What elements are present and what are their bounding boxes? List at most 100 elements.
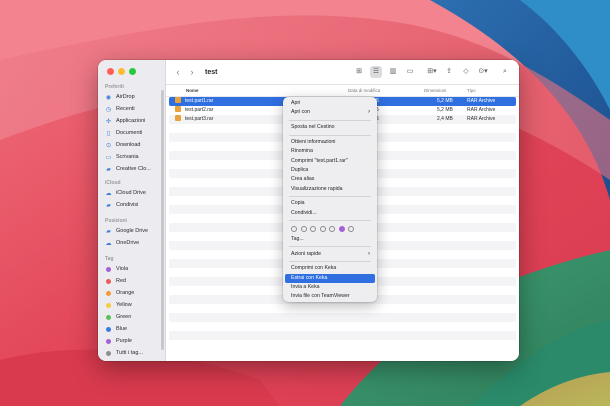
toolbar-icons: ⊞ ☰ ▥ ▭ ⊞▾ ⇪ ◇ ⊙▾ ⌕ bbox=[353, 66, 511, 78]
sidebar-item-label: Blue bbox=[116, 326, 128, 332]
sidebar-header-icloud: iCloud bbox=[105, 180, 121, 186]
shared-folder-icon: ▰ bbox=[106, 202, 111, 209]
sidebar-tags: Tag Viola Red Orange Yellow Green Blue P… bbox=[104, 255, 164, 359]
sidebar-item-label: AirDrop bbox=[116, 94, 135, 100]
sidebar-item-label: Applicazioni bbox=[116, 118, 146, 124]
menu-item-label: Azioni rapide bbox=[291, 250, 321, 257]
minimize-button[interactable] bbox=[118, 68, 125, 75]
menu-separator bbox=[289, 246, 371, 248]
menu-item-open[interactable]: Apri bbox=[285, 99, 375, 108]
tag-purple-option[interactable] bbox=[338, 226, 345, 233]
sidebar-item-recenti[interactable]: ◷ Recenti bbox=[104, 103, 164, 115]
folder-icon: ▰ bbox=[106, 166, 111, 173]
sidebar-tag-red[interactable]: Red bbox=[104, 275, 164, 287]
sidebar-item-applicazioni[interactable]: ✣ Applicazioni bbox=[104, 115, 164, 127]
tag-blue-option[interactable] bbox=[329, 226, 335, 233]
menu-item-open-with[interactable]: Apri con › bbox=[285, 108, 375, 117]
tag-orange-option[interactable] bbox=[300, 226, 307, 233]
more-icon[interactable]: ⊙▾ bbox=[477, 66, 489, 78]
menu-item-compress-keka[interactable]: Comprimi con Keka bbox=[285, 264, 375, 273]
tag-red-option[interactable] bbox=[291, 226, 297, 233]
sidebar-item-google-drive[interactable]: ▰ Google Drive bbox=[104, 225, 164, 237]
tag-color-dot bbox=[106, 266, 111, 272]
sidebar-tag-purple[interactable]: Purple bbox=[104, 335, 164, 347]
menu-item-compress[interactable]: Comprimi "test.part1.rar" bbox=[285, 157, 375, 166]
chevron-right-icon[interactable]: › bbox=[185, 67, 199, 77]
share-icon[interactable]: ⇪ bbox=[443, 66, 455, 78]
column-header-size[interactable]: Dimensioni bbox=[424, 88, 446, 93]
column-view-icon[interactable]: ▥ bbox=[387, 66, 399, 78]
sidebar-tag-orange[interactable]: Orange bbox=[104, 287, 164, 299]
tag-color-dot bbox=[106, 278, 111, 284]
menu-item-quick-actions[interactable]: Azioni rapide › bbox=[285, 250, 375, 259]
sidebar-tag-green[interactable]: Green bbox=[104, 311, 164, 323]
sidebar-item-airdrop[interactable]: ◉ AirDrop bbox=[104, 91, 164, 103]
search-icon[interactable]: ⌕ bbox=[499, 66, 511, 78]
menu-item-quick-look[interactable]: Visualizzazione rapida bbox=[285, 185, 375, 194]
icon-view-icon[interactable]: ⊞ bbox=[353, 66, 365, 78]
sidebar-item-label: Green bbox=[116, 314, 132, 320]
sidebar-item-label: Creative Clo... bbox=[116, 166, 151, 172]
chevron-right-icon: › bbox=[368, 250, 370, 257]
sidebar-item-condivisi[interactable]: ▰ Condivisi bbox=[104, 199, 164, 211]
cloud-icon: ☁ bbox=[105, 240, 112, 247]
file-kind: RAR Archive bbox=[467, 98, 496, 104]
menu-item-tags[interactable]: Tag... bbox=[285, 235, 375, 244]
sidebar-tag-blue[interactable]: Blue bbox=[104, 323, 164, 335]
tag-green-option[interactable] bbox=[319, 226, 326, 233]
menu-item-duplicate[interactable]: Duplica bbox=[285, 166, 375, 175]
sidebar-header-locations: Posizioni bbox=[105, 218, 127, 224]
tag-color-dot bbox=[106, 338, 111, 344]
file-kind: RAR Archive bbox=[467, 107, 496, 113]
tag-color-dot bbox=[106, 302, 111, 308]
column-header-kind[interactable]: Tipo bbox=[467, 88, 476, 93]
column-header-modified[interactable]: Data di modifica bbox=[348, 88, 380, 93]
sidebar-item-scrivania[interactable]: ▭ Scrivania bbox=[104, 151, 164, 163]
menu-item-copy[interactable]: Copia bbox=[285, 199, 375, 208]
sidebar-item-onedrive[interactable]: ☁ OneDrive bbox=[104, 237, 164, 249]
menu-item-get-info[interactable]: Ottieni informazioni bbox=[285, 138, 375, 147]
sidebar-tag-all[interactable]: Tutti i tag... bbox=[104, 347, 164, 359]
menu-item-send-teamviewer[interactable]: Invia file con TeamViewer bbox=[285, 292, 375, 301]
file-name: test.part1.rar bbox=[185, 98, 214, 104]
sidebar-scrollbar[interactable] bbox=[161, 90, 164, 350]
toolbar: ‹ › test ⊞ ☰ ▥ ▭ ⊞▾ ⇪ ◇ ⊙▾ ⌕ bbox=[166, 60, 519, 85]
sidebar-tag-yellow[interactable]: Yellow bbox=[104, 299, 164, 311]
column-header-name[interactable]: Nome bbox=[186, 88, 199, 93]
drive-icon: ▰ bbox=[106, 228, 111, 235]
menu-item-label: Apri con bbox=[291, 109, 311, 116]
zoom-button[interactable] bbox=[129, 68, 136, 75]
menu-item-rename[interactable]: Rinomina bbox=[285, 147, 375, 156]
sidebar-item-label: Red bbox=[116, 278, 127, 284]
menu-item-send-keka[interactable]: Invia a Keka bbox=[285, 283, 375, 292]
sidebar-item-icloud-drive[interactable]: ☁ iCloud Drive bbox=[104, 187, 164, 199]
menu-item-extract-keka[interactable]: Estrai con Keka bbox=[285, 273, 375, 284]
sidebar-item-label: Condivisi bbox=[116, 202, 139, 208]
menu-item-share[interactable]: Condividi... bbox=[285, 209, 375, 218]
tag-icon[interactable]: ◇ bbox=[460, 66, 472, 78]
menu-item-move-to-trash[interactable]: Sposta nel Cestino bbox=[285, 123, 375, 132]
window-controls bbox=[107, 68, 136, 75]
sidebar-item-creative-cloud[interactable]: ▰ Creative Clo... bbox=[104, 163, 164, 175]
chevron-right-icon: › bbox=[368, 109, 370, 116]
close-button[interactable] bbox=[107, 68, 114, 75]
tag-yellow-option[interactable] bbox=[310, 226, 316, 233]
list-view-icon[interactable]: ☰ bbox=[370, 66, 382, 78]
sidebar-item-label: Yellow bbox=[116, 302, 132, 308]
group-icon[interactable]: ⊞▾ bbox=[426, 66, 438, 78]
sidebar-item-download[interactable]: ⊙ Download bbox=[104, 139, 164, 151]
sidebar-header-favorites: Preferiti bbox=[105, 84, 124, 90]
gallery-view-icon[interactable]: ▭ bbox=[404, 66, 416, 78]
sidebar-item-label: Scrivania bbox=[116, 154, 139, 160]
chevron-left-icon[interactable]: ‹ bbox=[171, 67, 185, 77]
menu-separator bbox=[289, 134, 371, 136]
sidebar-item-label: Documenti bbox=[116, 130, 143, 136]
sidebar-tag-viola[interactable]: Viola bbox=[104, 263, 164, 275]
tag-color-dot bbox=[106, 314, 111, 320]
file-size: 5,2 MB bbox=[437, 98, 453, 104]
tag-gray-option[interactable] bbox=[348, 226, 354, 233]
sidebar-item-label: Orange bbox=[116, 290, 135, 296]
sidebar-item-label: Viola bbox=[116, 266, 129, 272]
menu-item-make-alias[interactable]: Crea alias bbox=[285, 175, 375, 184]
sidebar-item-documenti[interactable]: ▯ Documenti bbox=[104, 127, 164, 139]
